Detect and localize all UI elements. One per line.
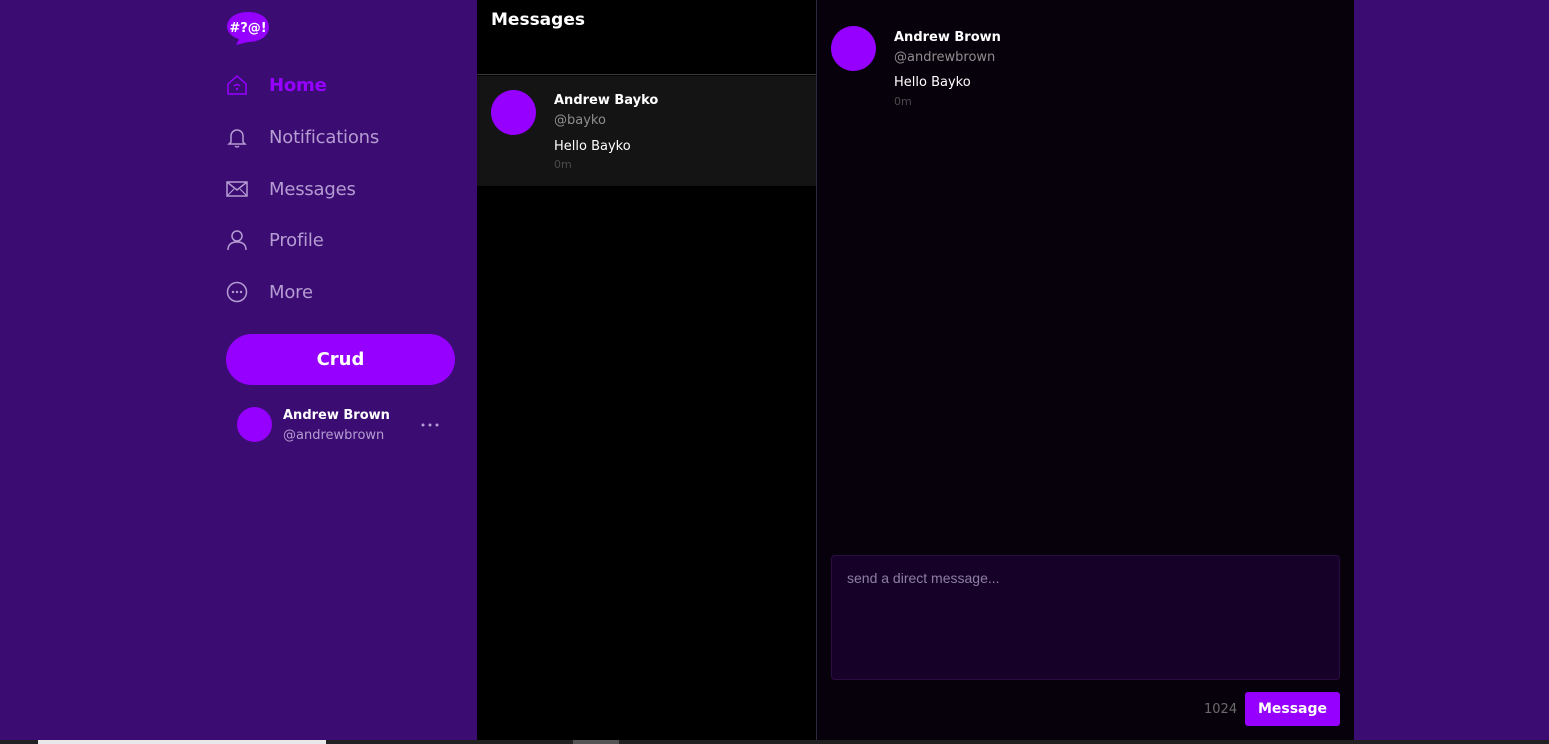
message-author-name: Andrew Brown [894, 30, 1001, 45]
nav-item-more[interactable]: More [226, 272, 446, 312]
taskbar-segment [38, 740, 326, 744]
conversation-item[interactable]: Andrew Bayko @bayko Hello Bayko 0m [477, 76, 816, 186]
taskbar-segment [573, 740, 619, 744]
direct-message-input[interactable] [831, 555, 1340, 680]
conversation-last-message: Hello Bayko [554, 139, 631, 154]
conversation-time: 0m [554, 158, 572, 171]
logo-icon: #?@! [227, 12, 269, 45]
send-message-button[interactable]: Message [1245, 692, 1340, 726]
logo-text: #?@! [229, 21, 266, 36]
current-user-name: Andrew Brown [283, 408, 390, 423]
nav-label-messages: Messages [269, 178, 356, 200]
page-title: Messages [491, 10, 585, 30]
home-icon [226, 74, 248, 96]
person-icon [226, 229, 248, 251]
conversation-handle: @bayko [554, 113, 606, 128]
nav-label-notifications: Notifications [269, 126, 380, 148]
avatar [237, 407, 272, 442]
nav-item-notifications[interactable]: Notifications [226, 117, 446, 157]
message-text: Hello Bayko [894, 75, 971, 90]
sidebar: #?@! Home Notifications Messages Profile… [0, 0, 477, 744]
message-author-handle: @andrewbrown [894, 50, 996, 65]
taskbar-strip [0, 740, 1549, 744]
nav-label-more: More [269, 281, 313, 303]
messages-header: Messages [477, 0, 816, 75]
crud-button[interactable]: Crud [226, 334, 455, 385]
bell-icon [226, 126, 248, 148]
nav-item-messages[interactable]: Messages [226, 169, 446, 209]
logo[interactable]: #?@! [226, 10, 270, 46]
conversation-name: Andrew Bayko [554, 93, 659, 108]
avatar [831, 26, 876, 71]
current-user-widget[interactable]: Andrew Brown @andrewbrown [237, 406, 447, 446]
nav-item-home[interactable]: Home [226, 65, 446, 105]
envelope-icon [226, 178, 248, 200]
current-user-handle: @andrewbrown [283, 428, 385, 443]
more-circle-icon [226, 281, 248, 303]
nav-label-home: Home [269, 74, 327, 96]
char-count: 1024 [1204, 702, 1238, 717]
message-item: Andrew Brown @andrewbrown Hello Bayko 0m [831, 26, 1231, 111]
messages-panel: Messages Andrew Bayko @bayko Hello Bayko… [477, 0, 816, 744]
nav-label-profile: Profile [269, 229, 324, 251]
message-time: 0m [894, 95, 912, 108]
nav-item-profile[interactable]: Profile [226, 220, 446, 260]
more-dots-icon[interactable] [419, 412, 441, 432]
conversation-panel: Andrew Brown @andrewbrown Hello Bayko 0m… [816, 0, 1354, 744]
avatar [491, 90, 536, 135]
